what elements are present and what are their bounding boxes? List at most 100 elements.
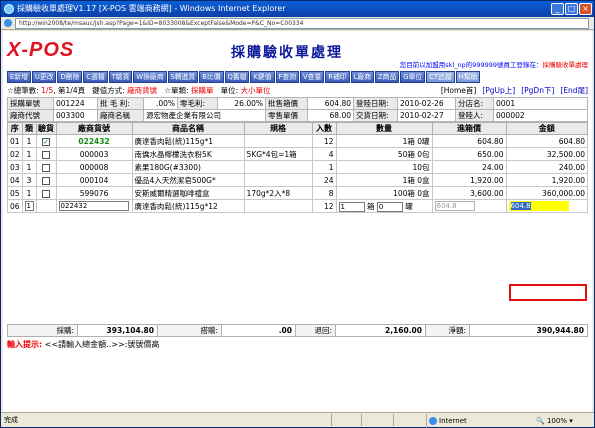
query-button[interactable]: F查詢 <box>275 71 300 83</box>
edit-amount-cell: 604.8 <box>505 199 589 213</box>
edit-qty-input[interactable]: 1 <box>338 201 365 212</box>
inspect-button[interactable]: T驗貨 <box>108 71 133 83</box>
table-row[interactable]: 04 3 000104 優品4入天然潔皂500G* 24 1箱 0盒 1,920.00 1,9… <box>7 173 589 187</box>
return-value: 2,160.00 <box>335 324 426 337</box>
inspect-checkbox[interactable] <box>42 189 51 198</box>
window-controls: _ □ × <box>551 3 592 15</box>
nav-pgup-link[interactable]: [PgUp上] <box>482 85 515 96</box>
mode-label: 鍵值方式 <box>92 86 123 95</box>
nav-home-link[interactable]: [Home首] <box>441 85 477 96</box>
row-pack: 4 <box>311 147 337 161</box>
status-divider <box>331 414 332 426</box>
edit-code-input[interactable]: 022432 <box>58 201 129 211</box>
row-amount: 360,000.00 <box>505 186 589 200</box>
col-pack: 入數 <box>311 122 337 135</box>
operator-label: 登陸人: <box>455 109 494 122</box>
row-case-price: 1,920.00 <box>431 173 507 187</box>
delivery-date-value: 2010-02-27 <box>397 109 456 122</box>
delete-button[interactable]: D刪除 <box>57 71 83 83</box>
unit-button[interactable]: G單位 <box>400 71 426 83</box>
row-seq: 02 <box>7 147 23 161</box>
unit-value: 大小單位 <box>240 86 271 95</box>
edit-seq: 06 <box>7 199 23 213</box>
row-qty-loose: 10包 <box>412 162 430 172</box>
edit-amount-input[interactable]: 604.8 <box>508 201 569 211</box>
inspect-checkbox[interactable] <box>42 150 51 159</box>
table-row[interactable]: 02 1 000003 南僑水晶檸檬洗衣粉5K 5KG*4包=1箱 4 50箱 0包 650.… <box>7 147 589 161</box>
col-case-price: 進箱價 <box>431 122 507 135</box>
row-seq: 04 <box>7 173 23 187</box>
row-amount: 604.80 <box>505 134 589 148</box>
col-type: 類 <box>21 122 37 135</box>
edit-loose-input[interactable]: 0 <box>376 201 403 212</box>
row-quantity: 1箱 0盒 <box>335 173 433 187</box>
retail-price-value: 68.00 <box>307 109 354 122</box>
old-file-button[interactable]: Q舊檔 <box>224 71 250 83</box>
table-row[interactable]: 03 1 000008 素果180G(#3300) 1 10包 24.00 240.00 <box>7 160 589 174</box>
mode-value: 廠商貨號 <box>127 86 158 95</box>
table-row[interactable]: 05 1 599076 安斯威爾精選咖啡禮盒 170g*2入*8 8 100箱 0盒 3,60… <box>7 186 589 200</box>
inspect-checkbox[interactable] <box>42 176 51 185</box>
vendor-button[interactable]: L廠商 <box>350 71 374 83</box>
compare-price-button[interactable]: B比價 <box>199 71 224 83</box>
branch-label: 分店名: <box>455 97 494 110</box>
row-quantity: 1箱 0罐 <box>335 134 433 148</box>
row-spec <box>243 160 313 174</box>
case-price-label: 批售箱價 <box>265 97 308 110</box>
case-price-value: 604.80 <box>307 97 354 110</box>
title-bar: 採購驗收單處理V1.17 [X-POS 雲端商務網] - Windows Int… <box>1 1 594 17</box>
reprint-button[interactable]: R補印 <box>325 71 350 83</box>
retail-margin-label: 零毛利: <box>177 97 218 110</box>
edit-row: 06 1 022432 廣達香肉鬆(統)115g*12 12 1 箱 0 罐 6… <box>7 199 589 213</box>
nav-pgdn-link[interactable]: [PgDn下] <box>521 85 554 96</box>
row-vendor-code: 022432 <box>55 134 133 148</box>
maximize-button[interactable]: □ <box>565 3 578 15</box>
wholesale-margin-label: 批 毛 利: <box>97 97 144 110</box>
retail-price-label: 零售單價 <box>265 109 308 122</box>
change-vendor-button[interactable]: W換廠商 <box>133 71 167 83</box>
row-spec <box>243 134 313 148</box>
zoom-control[interactable]: 🔍 100% ▾ <box>536 414 573 428</box>
edit-code-cell: 022432 <box>55 199 133 213</box>
help-button[interactable]: H幫助 <box>455 71 481 83</box>
security-zone: Internet <box>426 414 467 428</box>
select-file-button[interactable]: C選檔 <box>83 71 108 83</box>
row-type: 1 <box>21 134 37 148</box>
minimize-button[interactable]: _ <box>551 3 564 15</box>
bonus-value: .00 <box>221 324 296 337</box>
close-button[interactable]: × <box>579 3 592 15</box>
edit-pack: 12 <box>311 199 337 213</box>
convert-purchase-button[interactable]: S轉進貨 <box>167 71 199 83</box>
row-type: 1 <box>21 160 37 174</box>
row-qty-loose: 0包 <box>417 149 430 159</box>
inspect-checkbox[interactable] <box>42 163 51 172</box>
row-inspect <box>35 173 57 187</box>
page-title: 採購驗收單處理 <box>231 45 343 61</box>
purchase-value: 393,104.80 <box>77 324 158 337</box>
row-case-price: 604.80 <box>431 134 507 148</box>
edit-name: 廣達香肉鬆(統)115g*12 <box>131 199 245 213</box>
table-row[interactable]: 01 1 ✓ 022432 廣達香肉鬆(統)115g*1 12 1箱 0罐 604.80 604… <box>7 134 589 148</box>
track-button[interactable]: CT追蹤 <box>426 71 455 83</box>
col-quantity: 數量 <box>335 122 433 135</box>
row-product-name: 南僑水晶檸檬洗衣粉5K <box>131 147 245 161</box>
new-button[interactable]: E新增 <box>7 71 31 83</box>
row-spec: 5KG*4包=1箱 <box>243 147 313 161</box>
product-button[interactable]: Z商品 <box>375 71 400 83</box>
row-qty-cases: 50箱 <box>397 149 415 159</box>
url-field[interactable]: http://win2008/te/msauc/jsh.asp?Page=1&I… <box>15 18 589 29</box>
inspect-checkbox[interactable]: ✓ <box>42 137 51 146</box>
nav-end-link[interactable]: [End尾] <box>560 85 588 96</box>
row-seq: 01 <box>7 134 23 148</box>
check-qty-button[interactable]: V查量 <box>300 71 325 83</box>
wholesale-margin-value: .00% <box>143 97 178 110</box>
edit-button[interactable]: U更改 <box>31 71 57 83</box>
col-product-name: 商品名稱 <box>131 122 245 135</box>
amount-highlight-box <box>509 284 587 301</box>
key-value-button[interactable]: K鍵值 <box>250 71 275 83</box>
edit-type-input[interactable]: 1 <box>24 201 34 211</box>
retail-margin-value: 26.00% <box>217 97 266 110</box>
edit-price-input[interactable]: 604.8 <box>434 201 475 211</box>
toolbar: E新增 U更改 D刪除 C選檔 T驗貨 W換廠商 S轉進貨 B比價 Q舊檔 K鍵… <box>7 71 481 83</box>
branch-value: 0001 <box>493 97 588 110</box>
